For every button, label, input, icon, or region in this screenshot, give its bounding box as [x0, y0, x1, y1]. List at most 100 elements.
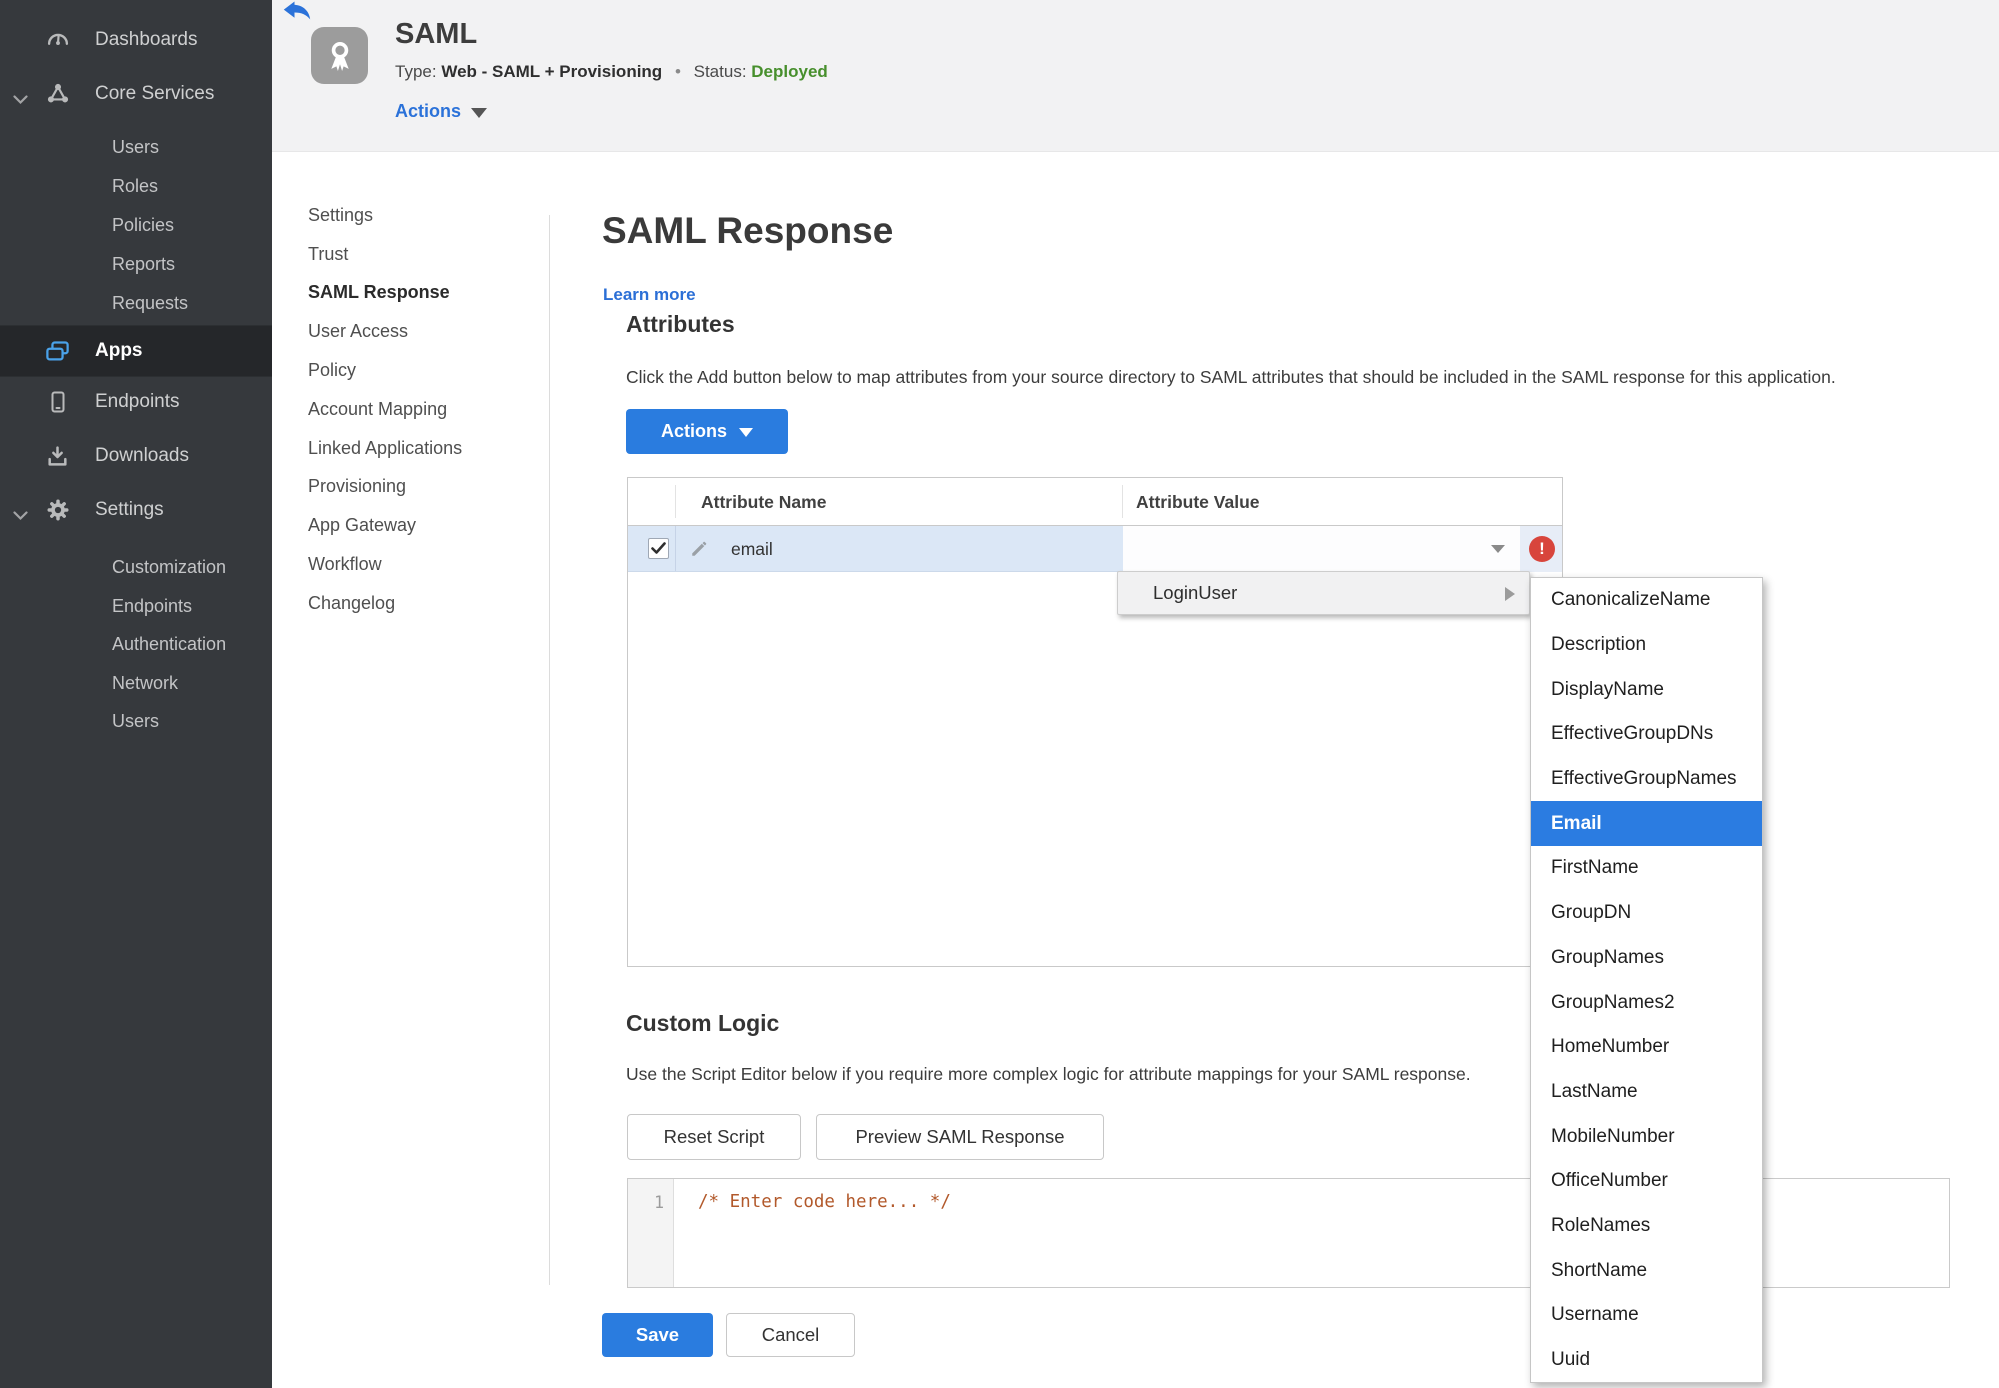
dropdown-item-username[interactable]: Username: [1531, 1293, 1762, 1338]
sidebar-item-authentication[interactable]: Authentication: [0, 628, 272, 660]
sidebar-item-settings-endpoints[interactable]: Endpoints: [0, 590, 272, 622]
dropdown-item-effectivegroupnames[interactable]: EffectiveGroupNames: [1531, 757, 1762, 802]
subnav-item-user-access[interactable]: User Access: [308, 312, 462, 351]
sidebar-item-label: Downloads: [95, 445, 189, 466]
sidebar-item-label: Authentication: [112, 633, 227, 654]
cancel-label: Cancel: [761, 1324, 820, 1345]
app-meta: Type: Web - SAML + Provisioning • Status…: [395, 62, 828, 82]
subnav-item-workflow[interactable]: Workflow: [308, 545, 462, 584]
app-title: SAML: [395, 18, 478, 50]
sidebar-item-users[interactable]: Users: [0, 131, 272, 163]
gear-icon: [44, 497, 71, 524]
dropdown-item-firstname[interactable]: FirstName: [1531, 846, 1762, 891]
dropdown-item-groupnames[interactable]: GroupNames: [1531, 936, 1762, 981]
reset-script-button[interactable]: Reset Script: [627, 1114, 801, 1160]
dropdown-item-lastname[interactable]: LastName: [1531, 1070, 1762, 1115]
attributes-actions-button[interactable]: Actions: [626, 409, 788, 454]
sidebar-item-label: Reports: [112, 253, 176, 274]
attribute-dropdown-list: CanonicalizeName Description DisplayName…: [1530, 577, 1763, 1384]
sidebar-item-settings-users[interactable]: Users: [0, 705, 272, 737]
sidebar-item-customization[interactable]: Customization: [0, 551, 272, 583]
sidebar-item-downloads[interactable]: Downloads: [0, 440, 272, 472]
sidebar-item-label: Endpoints: [112, 595, 193, 616]
header-actions-label: Actions: [395, 101, 462, 121]
sidebar-item-dashboards[interactable]: Dashboards: [0, 22, 272, 58]
learn-more-link[interactable]: Learn more: [603, 285, 696, 305]
subnav-item-linked-applications[interactable]: Linked Applications: [308, 429, 462, 468]
table-row[interactable]: email !: [628, 526, 1562, 572]
column-header-attribute-name: Attribute Name: [701, 492, 827, 512]
chevron-down-icon: [471, 108, 488, 118]
dropdown-item-email[interactable]: Email: [1531, 801, 1762, 847]
saml-app-icon: [311, 27, 368, 84]
attributes-actions-label: Actions: [660, 421, 727, 441]
editor-line-number: 1: [628, 1179, 674, 1287]
dropdown-item-officenumber[interactable]: OfficeNumber: [1531, 1159, 1762, 1204]
gauge-icon: [44, 27, 71, 54]
subnav-item-policy[interactable]: Policy: [308, 351, 462, 390]
save-button[interactable]: Save: [602, 1313, 713, 1357]
sidebar-item-label: Endpoints: [95, 391, 180, 412]
row-checkbox[interactable]: [648, 538, 669, 559]
header-actions-menu[interactable]: Actions: [395, 101, 488, 122]
preview-saml-response-button[interactable]: Preview SAML Response: [816, 1114, 1104, 1160]
value-source-menu-loginuser[interactable]: LoginUser: [1117, 571, 1530, 615]
status-badge: Deployed: [751, 62, 828, 81]
sidebar-item-apps[interactable]: Apps: [0, 325, 272, 377]
type-value: Web - SAML + Provisioning: [441, 62, 663, 81]
subnav-item-saml-response[interactable]: SAML Response: [308, 274, 462, 313]
sidebar-item-label: Roles: [112, 175, 159, 196]
sidebar-item-label: Requests: [112, 292, 189, 313]
dropdown-item-description[interactable]: Description: [1531, 623, 1762, 668]
sidebar-item-policies[interactable]: Policies: [0, 209, 272, 241]
dropdown-item-effectivegroupdns[interactable]: EffectiveGroupDNs: [1531, 712, 1762, 757]
sidebar-item-requests[interactable]: Requests: [0, 287, 272, 319]
value-source-menu-label: LoginUser: [1153, 582, 1238, 603]
sidebar-item-label: Dashboards: [95, 29, 198, 50]
cancel-button[interactable]: Cancel: [726, 1313, 855, 1357]
sidebar-item-label: Users: [112, 136, 160, 157]
dropdown-item-groupdn[interactable]: GroupDN: [1531, 891, 1762, 936]
dropdown-item-displayname[interactable]: DisplayName: [1531, 667, 1762, 712]
subnav-item-provisioning[interactable]: Provisioning: [308, 468, 462, 507]
sidebar-item-roles[interactable]: Roles: [0, 170, 272, 202]
subnav-item-settings[interactable]: Settings: [308, 196, 462, 235]
subnav-item-trust[interactable]: Trust: [308, 235, 462, 274]
sidebar-item-settings[interactable]: Settings: [0, 494, 272, 526]
dropdown-item-homenumber[interactable]: HomeNumber: [1531, 1025, 1762, 1070]
subnav-item-changelog[interactable]: Changelog: [308, 584, 462, 623]
sidebar-item-label: Core Services: [95, 83, 215, 104]
smartphone-icon: [44, 389, 71, 416]
sidebar: Dashboards Core Services Users Roles Pol…: [0, 0, 272, 1388]
dropdown-item-shortname[interactable]: ShortName: [1531, 1248, 1762, 1293]
submenu-arrow-icon: [1505, 587, 1515, 601]
subnav-item-app-gateway[interactable]: App Gateway: [308, 506, 462, 545]
core-services-icon: [44, 81, 71, 108]
dropdown-item-canonicalizename[interactable]: CanonicalizeName: [1531, 578, 1762, 623]
sidebar-item-core-services[interactable]: Core Services: [0, 76, 272, 112]
attribute-value-select[interactable]: [1123, 526, 1520, 572]
sidebar-item-network[interactable]: Network: [0, 667, 272, 699]
sidebar-item-label: Users: [112, 710, 160, 731]
edit-pencil-icon[interactable]: [690, 540, 708, 563]
app-subnav: Settings Trust SAML Response User Access…: [308, 196, 462, 623]
column-header-attribute-value: Attribute Value: [1136, 492, 1260, 512]
page-title: SAML Response: [602, 210, 894, 251]
sidebar-item-reports[interactable]: Reports: [0, 248, 272, 280]
dropdown-item-uuid[interactable]: Uuid: [1531, 1338, 1762, 1383]
chevron-down-icon: [13, 505, 28, 527]
sidebar-item-endpoints[interactable]: Endpoints: [0, 386, 272, 418]
table-header: Attribute Name Attribute Value: [628, 478, 1562, 526]
dropdown-item-rolenames[interactable]: RoleNames: [1531, 1204, 1762, 1249]
chevron-down-icon: [13, 89, 28, 111]
type-label: Type:: [395, 62, 437, 81]
back-arrow-icon[interactable]: [283, 1, 313, 25]
status-label: Status:: [693, 62, 747, 81]
dropdown-item-groupnames2[interactable]: GroupNames2: [1531, 980, 1762, 1025]
save-label: Save: [635, 1324, 680, 1345]
column-separator: [1122, 485, 1123, 518]
column-separator: [675, 526, 676, 571]
preview-saml-response-label: Preview SAML Response: [855, 1126, 1065, 1147]
dropdown-item-mobilenumber[interactable]: MobileNumber: [1531, 1114, 1762, 1159]
subnav-item-account-mapping[interactable]: Account Mapping: [308, 390, 462, 429]
